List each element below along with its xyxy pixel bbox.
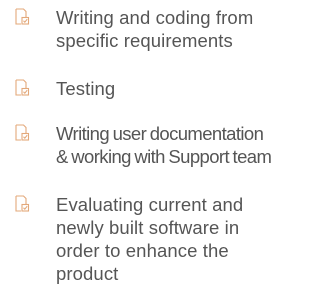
document-icon (14, 8, 30, 26)
list-item-text: Evaluating current and newly built softw… (56, 193, 287, 285)
list-item-text: Writing and coding from specific require… (56, 6, 287, 52)
list-item-line: order to enhance the (56, 240, 229, 261)
list-item-line: Evaluating current and (56, 194, 244, 215)
document-icon (14, 195, 30, 213)
list-item-line: & working with Support team (56, 146, 272, 167)
document-icon (14, 79, 30, 97)
list-item-line: specific requirements (56, 30, 233, 51)
responsibilities-list: Writing and coding from specific require… (0, 0, 287, 290)
document-icon (14, 124, 30, 142)
list-item-line: product (56, 263, 119, 284)
list-item-line: Writing and coding from (56, 7, 254, 28)
list-item-line: Testing (56, 78, 116, 99)
list-item-text: Testing (56, 77, 287, 100)
list-item-line: Writing user documentation (56, 123, 264, 144)
list-item-text: Writing user documentation & working wit… (56, 122, 287, 168)
list-item-line: newly built software in (56, 217, 240, 238)
